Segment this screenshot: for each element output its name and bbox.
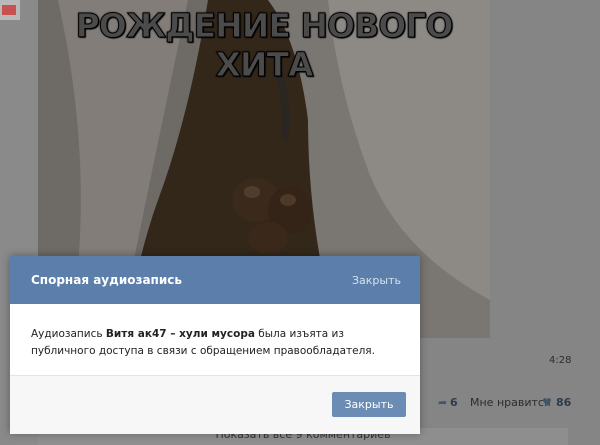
dialog-title: Спорная аудиозапись xyxy=(31,273,182,287)
like-count[interactable]: 86 xyxy=(556,396,571,409)
like-row: ➦ 6 Мне нравится ♥ 86 xyxy=(420,396,600,410)
dialog-header: Спорная аудиозапись Закрыть xyxy=(10,256,420,304)
dialog-message: Аудиозапись Витя ак47 – хули мусора была… xyxy=(31,326,401,360)
thumbnail-image[interactable] xyxy=(0,0,20,20)
share-count[interactable]: 6 xyxy=(450,396,458,409)
dialog-footer: Закрыть xyxy=(10,375,420,434)
audio-duration: 4:28 xyxy=(549,355,572,366)
close-link[interactable]: Закрыть xyxy=(352,274,401,287)
track-name: Витя ак47 – хули мусора xyxy=(105,328,255,340)
heart-icon[interactable]: ♥ xyxy=(542,396,552,409)
image-caption: РОЖДЕНИЕ НОВОГО ХИТА xyxy=(75,6,454,85)
message-prefix: Аудиозапись xyxy=(31,328,106,340)
close-button[interactable]: Закрыть xyxy=(332,392,406,417)
disputed-audio-dialog: Спорная аудиозапись Закрыть Аудиозапись … xyxy=(10,256,420,434)
like-button[interactable]: Мне нравится xyxy=(470,396,551,409)
share-icon[interactable]: ➦ xyxy=(438,396,447,409)
